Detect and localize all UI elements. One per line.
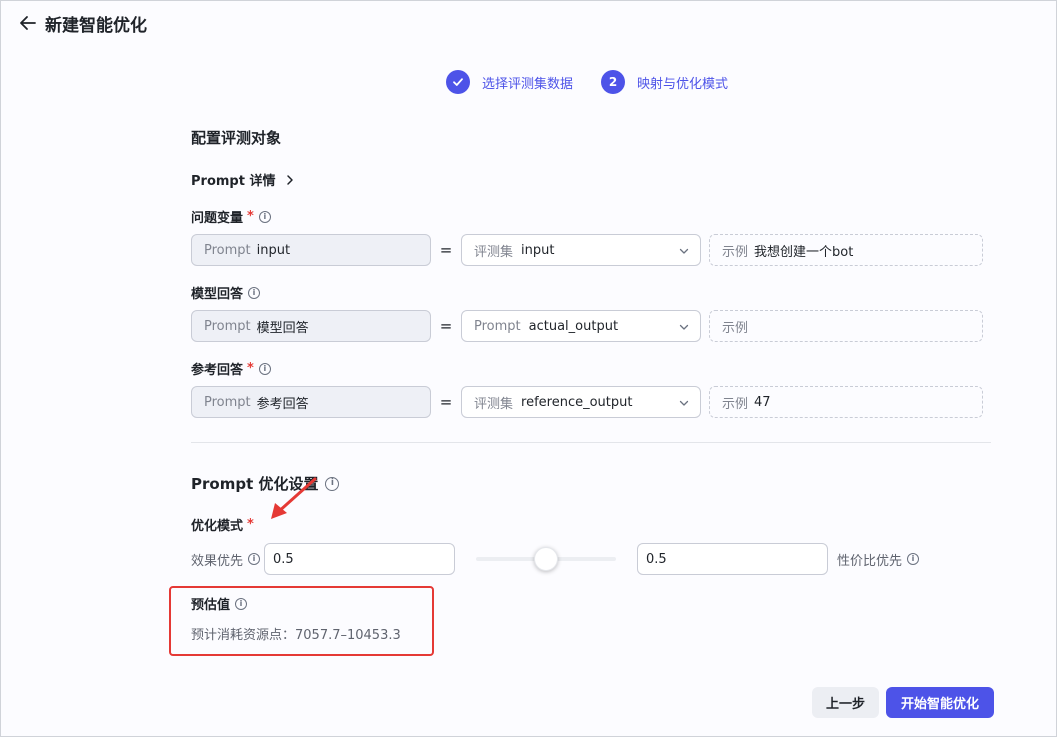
required-mark: * bbox=[247, 209, 254, 224]
mapping-row-reference: Prompt 参考回答 = 评测集 reference_output 示例 47 bbox=[191, 386, 983, 418]
annotation-arrow-icon bbox=[271, 477, 317, 519]
chevron-down-icon bbox=[678, 321, 690, 333]
field-value: 参考回答 bbox=[256, 396, 309, 412]
example-box: 示例 我想创建一个bot bbox=[709, 234, 983, 266]
example-prefix: 示例 bbox=[722, 396, 749, 412]
step-label: 选择评测集数据 bbox=[482, 76, 574, 92]
start-optimize-button[interactable]: 开始智能优化 bbox=[886, 687, 994, 718]
equals-sign: = bbox=[439, 393, 453, 411]
prompt-variable-field: Prompt 模型回答 bbox=[191, 310, 431, 342]
mode-slider[interactable] bbox=[476, 547, 617, 571]
optimize-mode-row: 效果优先 i 0.5 0.5 性价比优先 i bbox=[191, 543, 920, 575]
cost-weight-input[interactable]: 0.5 bbox=[637, 543, 829, 575]
stepper: 选择评测集数据 2 映射与优化模式 bbox=[446, 70, 728, 94]
equals-sign: = bbox=[439, 317, 453, 335]
example-value: 47 bbox=[754, 394, 771, 410]
example-value: 我想创建一个bot bbox=[754, 244, 854, 260]
section-title-text: 配置评测对象 bbox=[191, 129, 282, 147]
prompt-detail-label: Prompt 详情 bbox=[191, 174, 276, 189]
chevron-right-icon bbox=[285, 174, 295, 186]
prompt-detail-link[interactable]: Prompt 详情 bbox=[191, 170, 295, 189]
info-icon[interactable]: i bbox=[235, 597, 248, 610]
mode-label-text: 性价比优先 bbox=[837, 553, 903, 569]
check-icon bbox=[446, 70, 470, 94]
field-label-text: 问题变量 bbox=[191, 211, 244, 226]
section-title-eval: 配置评测对象 bbox=[191, 127, 281, 148]
equals-sign: = bbox=[439, 241, 453, 259]
field-prefix: Prompt bbox=[204, 318, 251, 334]
example-prefix: 示例 bbox=[722, 320, 749, 336]
field-label-optimize-mode: 优化模式 * bbox=[191, 515, 254, 534]
dataset-column-select[interactable]: Prompt actual_output bbox=[461, 310, 701, 342]
effect-weight-input[interactable]: 0.5 bbox=[264, 543, 456, 575]
field-prefix: Prompt bbox=[204, 394, 251, 410]
app-window: 新建智能优化 选择评测集数据 2 映射与优化模式 配置评测对象 Prompt 详… bbox=[0, 0, 1057, 737]
page-title: 新建智能优化 bbox=[45, 15, 147, 36]
field-prefix: Prompt bbox=[204, 242, 251, 258]
chevron-down-icon bbox=[678, 397, 690, 409]
field-label-text: 模型回答 bbox=[191, 287, 244, 302]
section-divider bbox=[191, 442, 991, 443]
estimate-title: 预估值 i bbox=[191, 594, 248, 613]
dataset-column-select[interactable]: 评测集 reference_output bbox=[461, 386, 701, 418]
required-mark: * bbox=[247, 361, 254, 376]
example-prefix: 示例 bbox=[722, 244, 749, 260]
dataset-column-select[interactable]: 评测集 input bbox=[461, 234, 701, 266]
select-prefix: 评测集 bbox=[474, 244, 514, 260]
info-icon[interactable]: i bbox=[907, 553, 920, 565]
select-value: input bbox=[521, 242, 555, 258]
info-icon[interactable]: i bbox=[258, 210, 271, 223]
step-label: 映射与优化模式 bbox=[637, 76, 729, 92]
example-box: 示例 47 bbox=[709, 386, 983, 418]
estimate-text: 预计消耗资源点：7057.7–10453.3 bbox=[191, 628, 401, 643]
select-prefix: Prompt bbox=[474, 318, 521, 334]
input-value: 0.5 bbox=[273, 551, 294, 567]
mapping-row-model-answer: Prompt 模型回答 = Prompt actual_output 示例 bbox=[191, 310, 983, 342]
field-value: input bbox=[256, 242, 291, 258]
prompt-variable-field: Prompt input bbox=[191, 234, 431, 266]
required-mark: * bbox=[247, 517, 254, 532]
example-box: 示例 bbox=[709, 310, 983, 342]
arrow-left-icon[interactable] bbox=[17, 12, 39, 34]
cost-priority-label: 性价比优先 i bbox=[837, 550, 920, 569]
field-label-model-answer: 模型回答 i bbox=[191, 283, 261, 302]
step-select-dataset[interactable]: 选择评测集数据 bbox=[446, 70, 573, 94]
field-label-reference-answer: 参考回答 * i bbox=[191, 359, 271, 378]
estimate-title-text: 预估值 bbox=[191, 598, 231, 613]
page-header: 新建智能优化 bbox=[17, 11, 147, 36]
select-prefix: 评测集 bbox=[474, 396, 514, 412]
select-value: reference_output bbox=[521, 394, 633, 410]
chevron-down-icon bbox=[678, 245, 690, 257]
info-icon[interactable]: i bbox=[248, 553, 261, 565]
field-value: 模型回答 bbox=[256, 320, 309, 336]
field-label-text: 参考回答 bbox=[191, 363, 244, 378]
info-icon[interactable]: i bbox=[258, 362, 271, 375]
field-label-text: 优化模式 bbox=[191, 519, 244, 534]
effect-priority-label: 效果优先 i bbox=[191, 550, 261, 569]
slider-thumb[interactable] bbox=[534, 547, 559, 571]
info-icon[interactable]: i bbox=[248, 286, 261, 299]
step-number: 2 bbox=[601, 70, 626, 94]
select-value: actual_output bbox=[528, 318, 619, 334]
info-icon[interactable]: i bbox=[325, 476, 340, 491]
mode-label-text: 效果优先 bbox=[191, 553, 244, 569]
step-mapping-mode[interactable]: 2 映射与优化模式 bbox=[601, 70, 728, 94]
input-value: 0.5 bbox=[646, 551, 667, 567]
prev-step-button[interactable]: 上一步 bbox=[812, 687, 879, 718]
mapping-row-question: Prompt input = 评测集 input 示例 我想创建一个bot bbox=[191, 234, 983, 266]
field-label-question-variable: 问题变量 * i bbox=[191, 207, 271, 226]
prompt-variable-field: Prompt 参考回答 bbox=[191, 386, 431, 418]
